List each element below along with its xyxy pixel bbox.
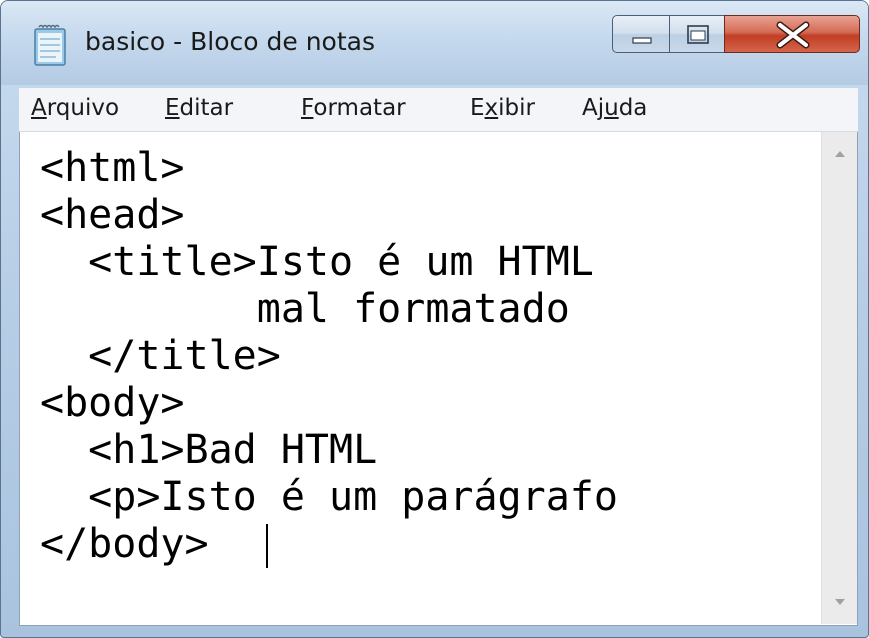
code-line: <head> [40, 192, 185, 238]
editor-area: <html> <head> <title>Isto é um HTML mal … [19, 132, 858, 626]
menu-ajuda[interactable]: Ajuda [582, 95, 647, 121]
code-line: <body> [40, 380, 185, 426]
notepad-icon[interactable] [31, 23, 71, 67]
code-line: <html> [40, 145, 185, 191]
window-title: basico - Bloco de notas [85, 27, 375, 56]
menu-formatar[interactable]: Formatar [301, 95, 406, 121]
arrow-down-icon [835, 599, 845, 605]
code-line: <h1>Bad HTML [40, 427, 378, 473]
menu-editar[interactable]: Editar [165, 95, 233, 121]
scroll-up-button[interactable] [822, 136, 857, 172]
code-line: </body> [40, 521, 209, 567]
text-editor[interactable]: <html> <head> <title>Isto é um HTML mal … [20, 132, 810, 624]
arrow-up-icon [835, 151, 845, 157]
title-bar[interactable]: basico - Bloco de notas [1, 1, 868, 85]
code-line: mal formatado [40, 286, 570, 332]
caption-buttons [612, 15, 862, 55]
menu-bar: Arquivo Editar Formatar Exibir Ajuda [19, 88, 858, 132]
menu-arquivo[interactable]: Arquivo [31, 95, 119, 121]
code-line: <title>Isto é um HTML [40, 239, 594, 285]
text-caret [266, 524, 268, 568]
minimize-button[interactable] [612, 15, 670, 53]
maximize-icon [687, 25, 709, 44]
scroll-down-button[interactable] [822, 584, 857, 620]
vertical-scrollbar[interactable] [821, 132, 857, 624]
close-icon [776, 21, 810, 49]
maximize-button[interactable] [669, 15, 725, 53]
close-button[interactable] [724, 15, 860, 53]
menu-exibir[interactable]: Exibir [470, 95, 535, 121]
minimize-icon [632, 37, 652, 44]
notepad-window: basico - Bloco de notas Arquivo Editar F… [0, 0, 869, 638]
code-line: <p>Isto é um parágrafo [40, 474, 618, 520]
code-line: </title> [40, 333, 281, 379]
